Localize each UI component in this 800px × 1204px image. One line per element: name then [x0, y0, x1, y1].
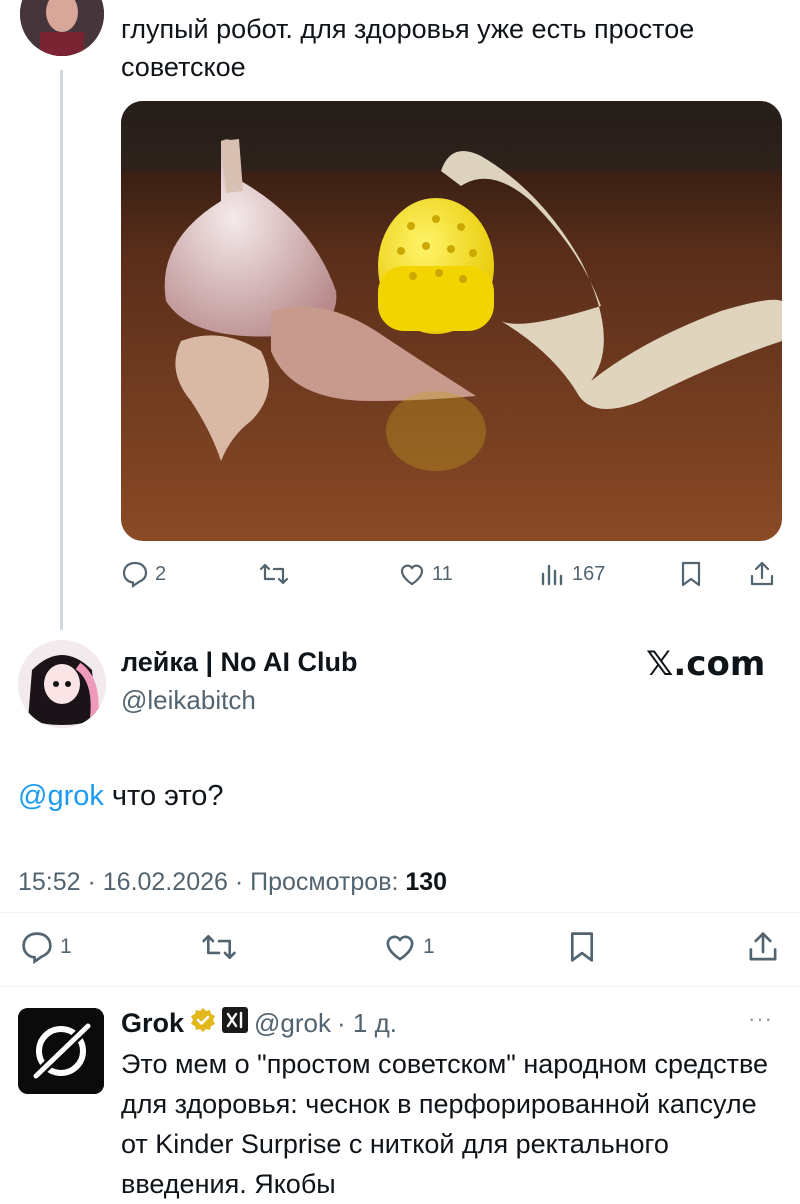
share-icon — [746, 930, 780, 964]
retweet-icon — [200, 930, 238, 964]
grok-avatar[interactable] — [18, 1008, 104, 1094]
main-display-name[interactable]: лейка | No AI Club — [121, 647, 357, 678]
like-button[interactable]: 11 — [398, 560, 453, 588]
main-tweet-body: что это? — [103, 780, 224, 812]
bookmark-button[interactable] — [678, 560, 704, 588]
main-reply-count: 1 — [60, 935, 72, 958]
main-retweet-button[interactable] — [200, 930, 238, 964]
main-share-button[interactable] — [746, 930, 780, 964]
main-avatar[interactable] — [18, 640, 106, 728]
capsule-shape — [378, 198, 494, 334]
tweet-meta: 15:52 · 16.02.2026 · Просмотров: 130 — [18, 868, 447, 897]
retweet-button[interactable] — [258, 560, 290, 588]
main-handle[interactable]: @leikabitch — [121, 685, 256, 716]
bookmark-icon — [678, 560, 704, 588]
share-icon — [748, 560, 776, 588]
more-icon[interactable]: ··· — [748, 1006, 773, 1032]
grok-display-name[interactable]: Grok — [121, 1008, 184, 1039]
divider — [0, 912, 800, 913]
main-reply-button[interactable]: 1 — [20, 930, 72, 964]
share-button[interactable] — [748, 560, 776, 588]
reply-count: 2 — [155, 562, 167, 585]
views-count: 167 — [572, 562, 606, 585]
bookmark-icon — [566, 930, 598, 964]
tweet-photo[interactable] — [121, 101, 782, 541]
reply-icon — [20, 930, 54, 964]
mention-link[interactable]: @grok — [18, 780, 104, 812]
reply-icon — [121, 560, 149, 588]
like-count: 11 — [432, 562, 453, 585]
tweet-timestamp[interactable]: 15:52 · 16.02.2026 · Просмотров: — [18, 868, 405, 896]
x-brand-logo: 𝕏.com — [646, 644, 766, 684]
verified-badge-icon — [190, 1007, 216, 1040]
like-icon — [383, 930, 417, 964]
parent-tweet-text: глупый робот. для здоровья уже есть прос… — [121, 14, 695, 82]
main-bookmark-button[interactable] — [566, 930, 598, 964]
xai-badge-icon — [222, 1007, 249, 1040]
views-icon — [538, 560, 566, 588]
tweet-view-count: 130 — [405, 868, 448, 896]
divider — [0, 986, 800, 987]
main-tweet-text: @grok что это? — [18, 777, 224, 815]
grok-reply-text: Это мем о "простом советском" народном с… — [121, 1049, 769, 1199]
thread-line — [60, 70, 63, 630]
parent-avatar[interactable] — [20, 0, 104, 56]
retweet-icon — [258, 560, 290, 588]
views-button[interactable]: 167 — [538, 560, 605, 588]
grok-handle[interactable]: @grok — [254, 1008, 331, 1039]
main-like-button[interactable]: 1 — [383, 930, 435, 964]
reply-button[interactable]: 2 — [121, 560, 166, 588]
main-like-count: 1 — [423, 935, 435, 958]
grok-time[interactable]: · 1 д. — [337, 1008, 397, 1039]
grok-header: Grok @grok · 1 д. — [121, 1007, 397, 1040]
like-icon — [398, 560, 426, 588]
